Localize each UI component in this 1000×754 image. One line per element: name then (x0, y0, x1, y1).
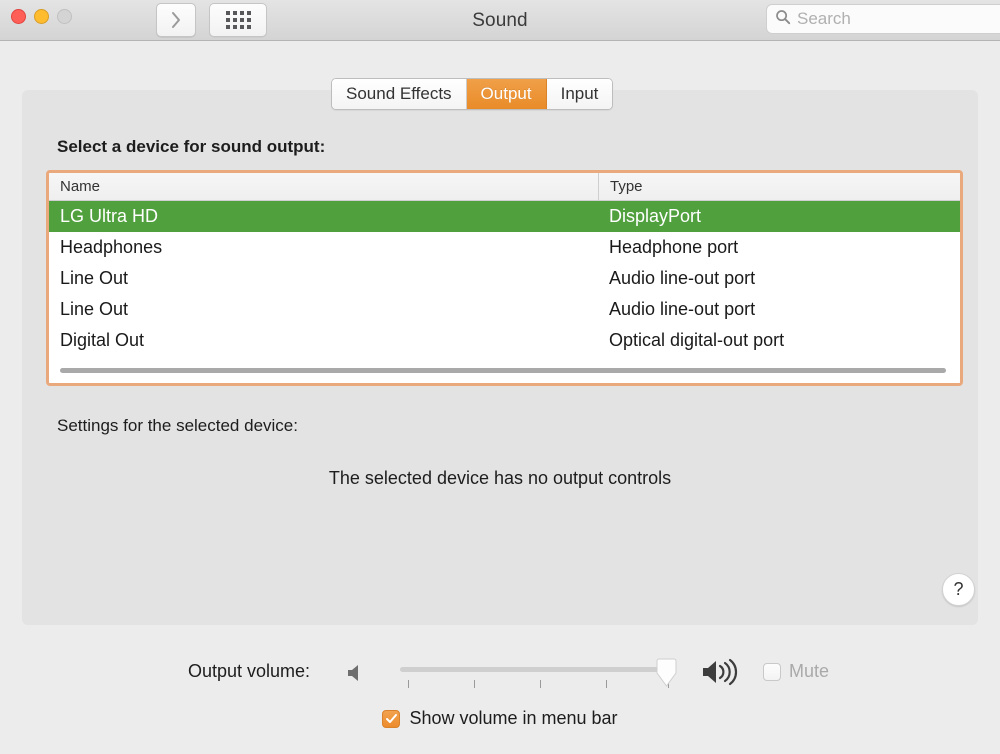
table-row[interactable]: Digital Out Optical digital-out port (49, 325, 960, 356)
table-row[interactable]: LG Ultra HD DisplayPort (49, 201, 960, 232)
table-row[interactable]: Line Out Audio line-out port (49, 294, 960, 325)
device-type: DisplayPort (609, 206, 702, 226)
mute-checkbox[interactable] (763, 662, 781, 681)
tab-bar: Sound Effects Output Input (331, 78, 614, 110)
settings-label: Settings for the selected device: (57, 416, 298, 435)
output-volume-slider[interactable] (400, 658, 685, 693)
table-row[interactable]: Line Out Audio line-out port (49, 263, 960, 294)
device-type: Audio line-out port (609, 268, 756, 288)
device-name: Digital Out (60, 330, 145, 350)
search-placeholder: Search (797, 9, 851, 28)
tab-output[interactable]: Output (466, 79, 547, 109)
device-type: Audio line-out port (609, 299, 756, 319)
output-volume-label: Output volume: (188, 661, 311, 681)
search-field[interactable]: Search (766, 4, 1000, 34)
speaker-mute-icon (345, 661, 371, 690)
slider-track[interactable] (400, 667, 672, 672)
show-volume-checkbox[interactable] (382, 709, 401, 728)
device-name: Headphones (60, 237, 163, 257)
question-mark-icon: ? (953, 579, 964, 599)
help-button[interactable]: ? (942, 573, 975, 606)
select-device-label: Select a device for sound output: (57, 137, 326, 156)
device-name: Line Out (60, 299, 129, 319)
mute-label: Mute (789, 661, 830, 681)
tab-sound-effects[interactable]: Sound Effects (332, 79, 467, 109)
table-row[interactable]: Headphones Headphone port (49, 232, 960, 263)
column-header-type[interactable]: Type (598, 173, 960, 200)
window-titlebar: Sound Search (0, 0, 1000, 41)
device-type: Headphone port (609, 237, 739, 257)
table-header-row: Name Type (49, 173, 960, 201)
device-table[interactable]: Name Type LG Ultra HD DisplayPort Headph… (46, 170, 963, 386)
slider-thumb[interactable] (655, 658, 678, 688)
device-name: Line Out (60, 268, 129, 288)
tab-input[interactable]: Input (546, 79, 613, 109)
search-icon (775, 9, 791, 30)
slider-ticks (400, 680, 672, 689)
checkmark-icon (385, 714, 397, 723)
device-type: Optical digital-out port (609, 330, 785, 350)
sound-preferences-window: Sound Search Sound Effects Output Input … (0, 0, 1000, 754)
horizontal-scrollbar[interactable] (60, 368, 946, 373)
no-output-controls-message: The selected device has no output contro… (328, 468, 672, 488)
show-volume-label: Show volume in menu bar (409, 708, 618, 728)
column-header-name[interactable]: Name (49, 173, 598, 200)
output-volume-row: Output volume: Mute (0, 658, 1000, 692)
mute-checkbox-group[interactable]: Mute (763, 661, 829, 682)
device-table-inner: Name Type LG Ultra HD DisplayPort Headph… (49, 173, 960, 383)
device-name: LG Ultra HD (60, 206, 159, 226)
show-volume-checkbox-group[interactable]: Show volume in menu bar (0, 708, 1000, 729)
speaker-waves-icon (700, 656, 750, 693)
